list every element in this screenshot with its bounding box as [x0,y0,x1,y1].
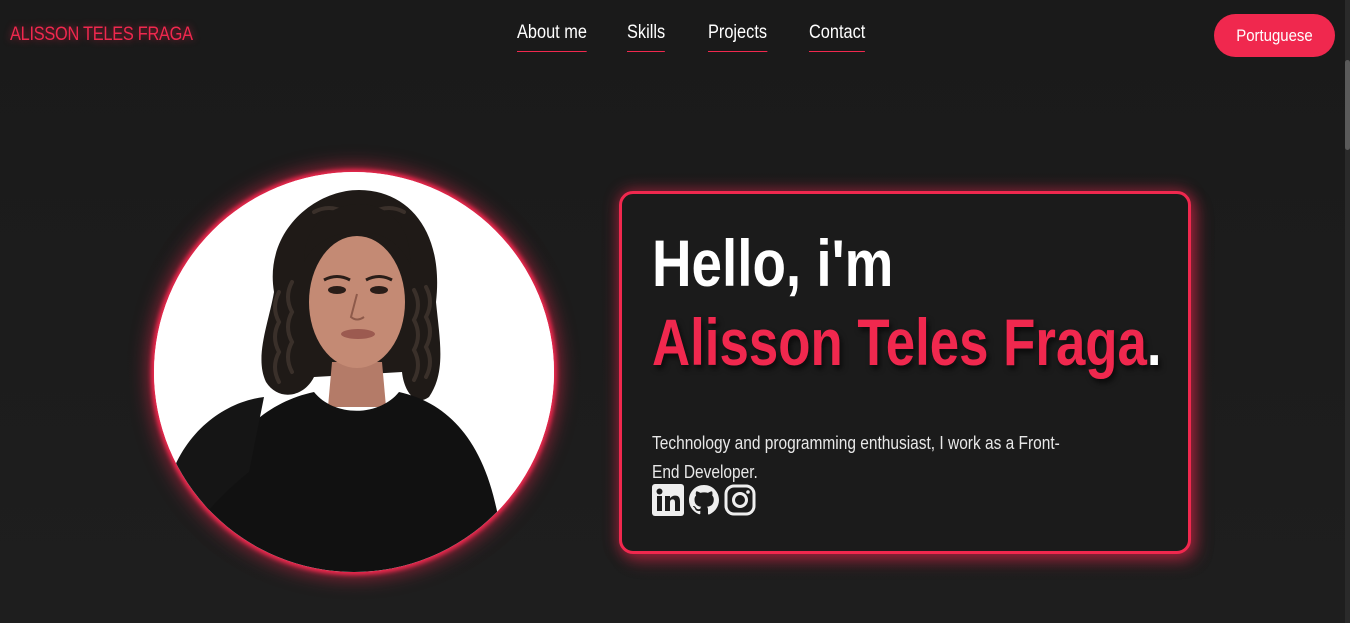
linkedin-icon[interactable] [652,484,684,516]
nav-skills[interactable]: Skills [627,22,666,52]
profile-photo [154,172,554,572]
nav-contact[interactable]: Contact [809,22,866,52]
language-toggle-label: Portuguese [1236,25,1313,45]
language-toggle-button[interactable]: Portuguese [1214,14,1335,57]
github-icon[interactable] [688,484,720,516]
hero-name-text: Alisson Teles Fraga [652,305,1147,379]
hero-bio: Technology and programming enthusiast, I… [652,433,1060,482]
hero-name-dot: . [1146,305,1162,379]
page-scrollbar[interactable] [1345,0,1350,623]
social-links [652,484,756,516]
hero-name: Alisson Teles Fraga. [652,309,1162,375]
scrollbar-thumb[interactable] [1345,60,1350,150]
page: ALISSON TELES FRAGA About me Skills Proj… [0,0,1350,623]
instagram-icon[interactable] [724,484,756,516]
hero-greeting: Hello, i'm [652,226,894,300]
nav-projects[interactable]: Projects [708,22,768,52]
main-nav: About me Skills Projects Contact [0,22,1350,62]
hero-card: Hello, i'm Alisson Teles Fraga. Technolo… [619,191,1191,554]
nav-about-me[interactable]: About me [517,22,587,52]
